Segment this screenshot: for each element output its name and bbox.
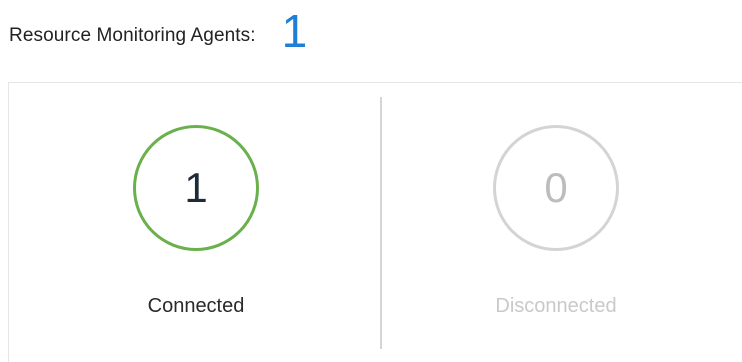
connected-label: Connected bbox=[147, 295, 245, 317]
agent-status-panel: 1 Connected 0 Disconnected bbox=[8, 82, 742, 362]
disconnected-stat[interactable]: 0 Disconnected bbox=[409, 83, 709, 353]
connected-count-ring: 1 bbox=[133, 125, 259, 251]
agents-title: Resource Monitoring Agents: bbox=[9, 24, 256, 46]
disconnected-label: Disconnected bbox=[495, 295, 617, 317]
connected-count: 1 bbox=[184, 164, 208, 211]
connected-stat[interactable]: 1 Connected bbox=[49, 83, 349, 353]
stat-divider bbox=[380, 97, 382, 349]
agents-total-count: 1 bbox=[281, 5, 308, 57]
agents-header: Resource Monitoring Agents: 1 bbox=[9, 6, 307, 56]
disconnected-count: 0 bbox=[544, 164, 568, 211]
disconnected-count-ring: 0 bbox=[493, 125, 619, 251]
